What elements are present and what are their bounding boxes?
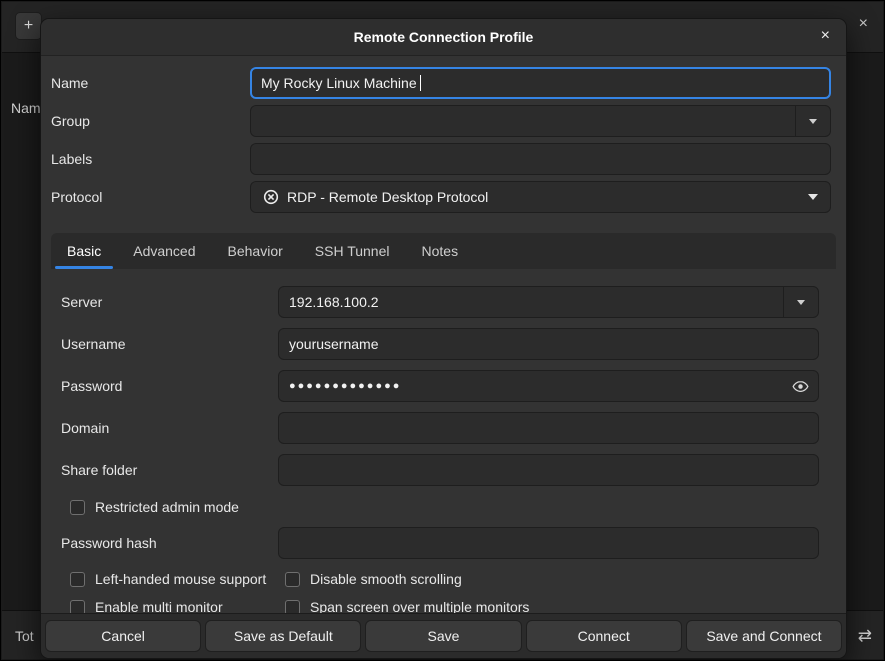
server-combobox[interactable]: 192.168.100.2 <box>278 286 819 318</box>
username-label: Username <box>61 328 126 360</box>
server-value: 192.168.100.2 <box>279 294 783 310</box>
save-as-default-button[interactable]: Save as Default <box>205 620 361 652</box>
save-and-connect-button[interactable]: Save and Connect <box>686 620 842 652</box>
username-input[interactable] <box>278 328 819 360</box>
share-folder-label: Share folder <box>61 454 137 486</box>
connect-button[interactable]: Connect <box>526 620 682 652</box>
password-hash-input[interactable] <box>278 527 819 559</box>
dialog-close-icon[interactable]: × <box>821 27 830 45</box>
left-handed-mouse-checkbox[interactable] <box>70 572 85 587</box>
disable-smooth-scrolling-label: Disable smooth scrolling <box>310 571 462 587</box>
password-input[interactable] <box>278 370 819 402</box>
span-screen-label: Span screen over multiple monitors <box>310 599 529 613</box>
disable-smooth-scrolling-checkbox[interactable] <box>285 572 300 587</box>
share-folder-input[interactable] <box>278 454 819 486</box>
left-handed-mouse-label: Left-handed mouse support <box>95 571 266 587</box>
password-label: Password <box>61 370 122 402</box>
save-button[interactable]: Save <box>365 620 521 652</box>
restricted-admin-label: Restricted admin mode <box>95 499 239 515</box>
basic-tab-panel: Server 192.168.100.2 Username Password D… <box>41 55 846 613</box>
show-password-eye-icon[interactable] <box>792 378 809 395</box>
enable-multi-monitor-checkbox[interactable] <box>70 600 85 614</box>
password-hash-label: Password hash <box>61 527 157 559</box>
domain-label: Domain <box>61 412 109 444</box>
span-screen-checkbox[interactable] <box>285 600 300 614</box>
server-dropdown-button[interactable] <box>783 287 818 317</box>
dialog-title: Remote Connection Profile <box>354 29 534 45</box>
chevron-down-icon <box>797 300 805 305</box>
dialog-action-bar: Cancel Save as Default Save Connect Save… <box>41 613 846 658</box>
remote-connection-profile-dialog: Remote Connection Profile × Name Group L… <box>40 18 847 659</box>
domain-input[interactable] <box>278 412 819 444</box>
enable-multi-monitor-label: Enable multi monitor <box>95 599 223 613</box>
server-label: Server <box>61 286 102 318</box>
dialog-headerbar: Remote Connection Profile <box>41 19 846 56</box>
cancel-button[interactable]: Cancel <box>45 620 201 652</box>
restricted-admin-checkbox[interactable] <box>70 500 85 515</box>
new-connection-button[interactable]: + <box>15 12 42 40</box>
total-label: Tot <box>15 628 34 644</box>
swap-arrows-icon[interactable]: ⇄ <box>858 626 872 646</box>
main-window-close-icon[interactable]: × <box>859 16 868 32</box>
